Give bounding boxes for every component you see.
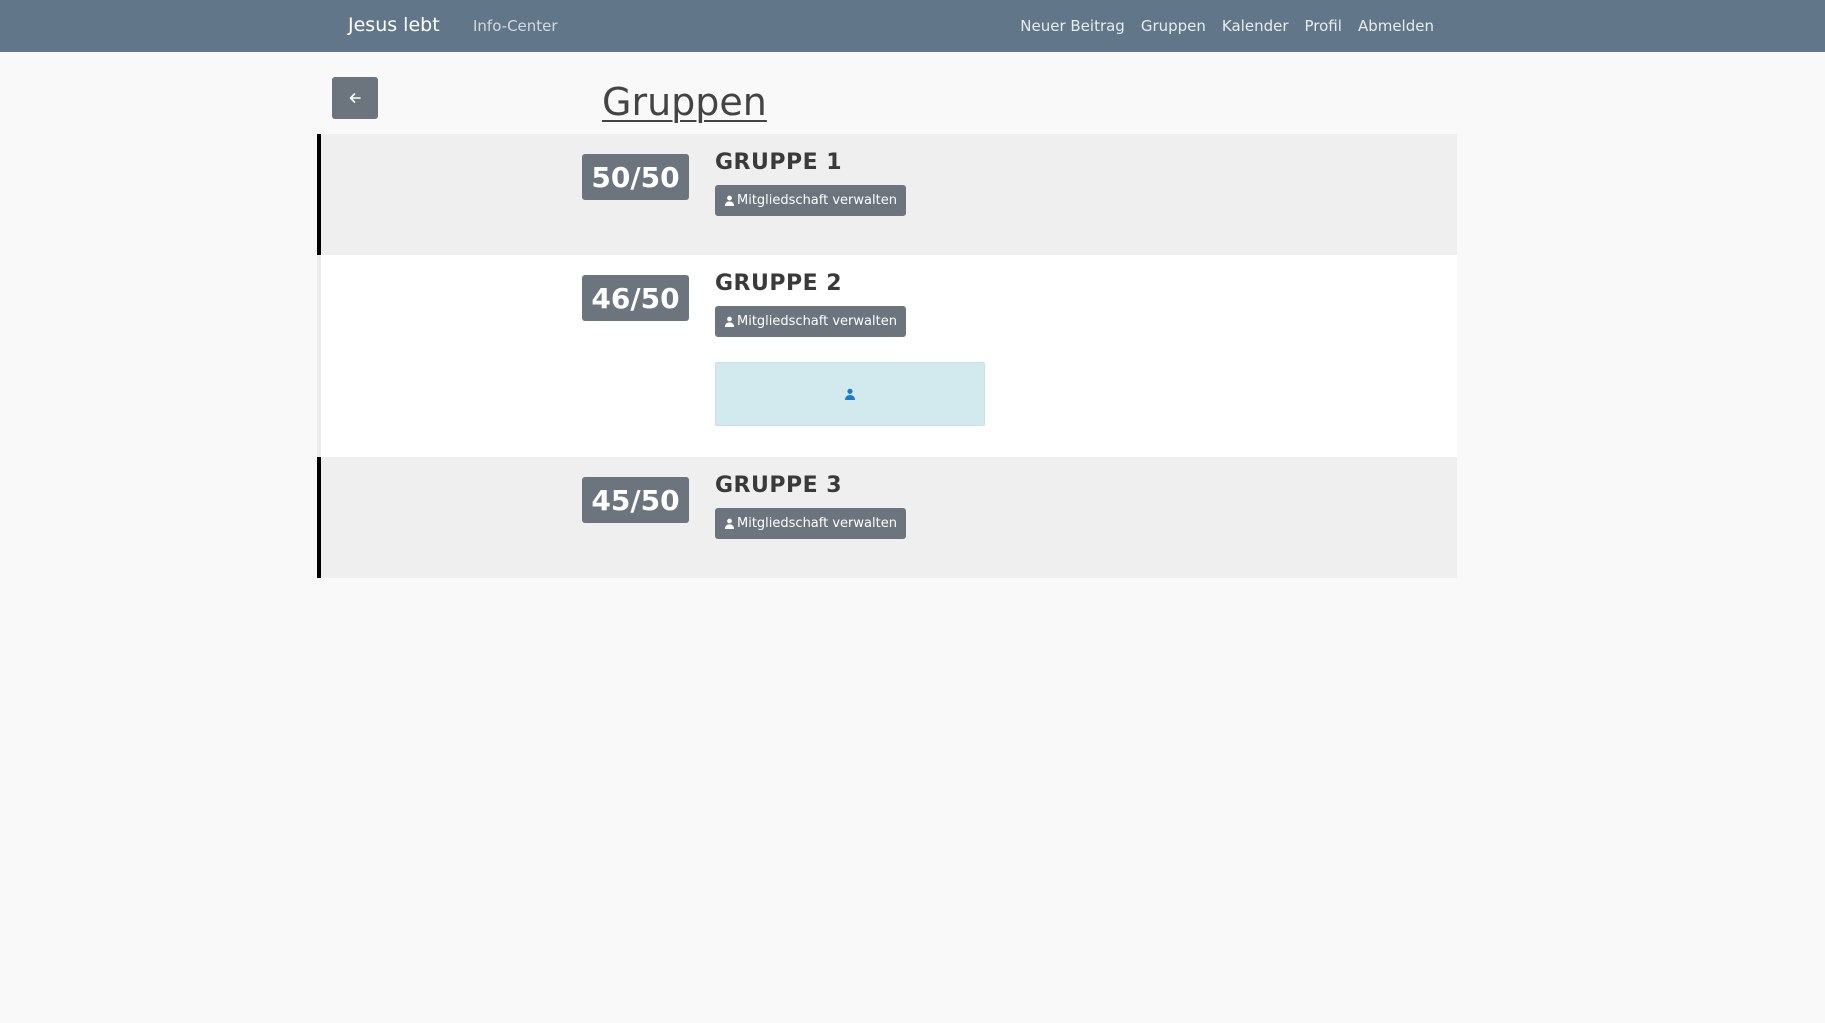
group-row: 50/50 GRUPPE 1 Mitgliedschaft verwalten [317,134,1457,255]
group-row: 45/50 GRUPPE 3 Mitgliedschaft verwalten [317,457,1457,578]
group-name: GRUPPE 3 [715,473,843,498]
user-icon [724,195,735,206]
member-info-box [715,362,985,426]
nav-link-neuer-beitrag[interactable]: Neuer Beitrag [1020,17,1125,35]
page-title: Gruppen [602,80,767,124]
manage-membership-button[interactable]: Mitgliedschaft verwalten [715,508,906,539]
arrow-left-icon [349,93,361,103]
nav-link-kalender[interactable]: Kalender [1222,17,1289,35]
top-navbar: Jesus lebt Info-Center Neuer Beitrag Gru… [0,0,1825,52]
manage-membership-label: Mitgliedschaft verwalten [737,314,897,329]
user-icon [845,388,855,400]
back-button[interactable] [332,77,378,119]
brand-link[interactable]: Jesus lebt [348,14,440,36]
group-list: 50/50 GRUPPE 1 Mitgliedschaft verwalten … [317,134,1457,578]
member-count-badge: 46/50 [582,275,689,321]
group-row: 46/50 GRUPPE 2 Mitgliedschaft verwalten [317,255,1457,457]
nav-link-info-center[interactable]: Info-Center [473,17,558,35]
member-count-badge: 45/50 [582,477,689,523]
nav-right-links: Neuer Beitrag Gruppen Kalender Profil Ab… [1020,17,1434,35]
user-icon [724,518,735,529]
group-name: GRUPPE 2 [715,271,843,296]
nav-link-profil[interactable]: Profil [1305,17,1342,35]
manage-membership-label: Mitgliedschaft verwalten [737,516,897,531]
group-name: GRUPPE 1 [715,150,843,175]
manage-membership-button[interactable]: Mitgliedschaft verwalten [715,185,906,216]
manage-membership-button[interactable]: Mitgliedschaft verwalten [715,306,906,337]
member-count-badge: 50/50 [582,154,689,200]
user-icon [724,316,735,327]
nav-link-abmelden[interactable]: Abmelden [1358,17,1434,35]
manage-membership-label: Mitgliedschaft verwalten [737,193,897,208]
nav-link-gruppen[interactable]: Gruppen [1141,17,1206,35]
